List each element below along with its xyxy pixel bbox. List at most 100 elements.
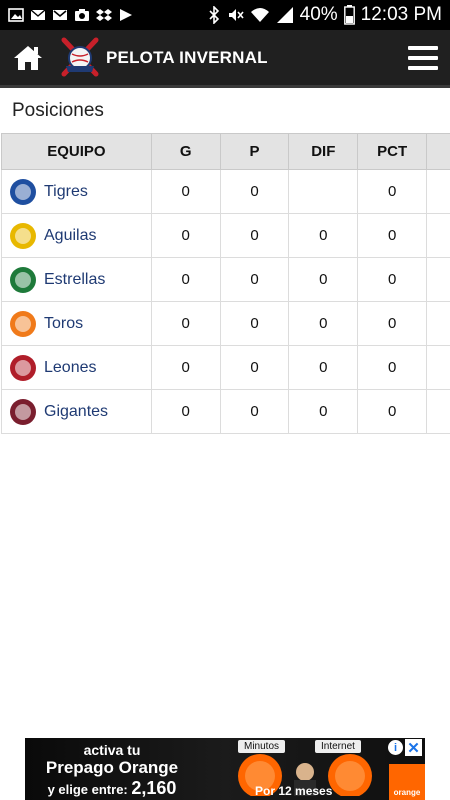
ad-brand-logo: orange <box>389 764 425 800</box>
table-row[interactable]: Toros 0 0 0 0 <box>1 301 450 346</box>
cell-extra <box>426 213 450 258</box>
team-logo-icon <box>10 310 36 337</box>
cell-p: 0 <box>220 345 290 390</box>
table-row[interactable]: Estrellas 0 0 0 0 <box>1 257 450 302</box>
play-store-icon <box>120 9 132 21</box>
home-icon <box>14 45 42 70</box>
app-logo <box>61 37 99 76</box>
cell-pct: 0 <box>357 257 428 302</box>
team-cell[interactable]: Aguilas <box>1 213 152 258</box>
cell-g: 0 <box>151 345 221 390</box>
team-wrap: Toros <box>10 310 151 337</box>
table-row[interactable]: Tigres 0 0 0 <box>1 169 450 214</box>
col-header-extra <box>426 133 450 170</box>
cell-dif: 0 <box>288 345 359 390</box>
ad-banner[interactable]: activa tu Prepago Orange y elige entre: … <box>25 738 425 800</box>
ad-footer: Por 12 meses <box>255 784 333 798</box>
team-name[interactable]: Toros <box>44 315 83 333</box>
table-row[interactable]: Gigantes 0 0 0 0 <box>1 389 450 434</box>
ad-info-icon[interactable]: i <box>388 740 403 755</box>
system-status: 40% 12:03 PM <box>208 4 442 26</box>
standings-body: Tigres 0 0 0 Aguilas 0 0 0 0 Estrellas 0 0 0 0 Toros 0 0… <box>1 169 450 434</box>
cell-g: 0 <box>151 213 221 258</box>
cell-p: 0 <box>220 169 290 214</box>
mute-icon <box>228 9 244 21</box>
team-cell[interactable]: Leones <box>1 345 152 390</box>
cell-dif <box>288 169 359 214</box>
cell-g: 0 <box>151 301 221 346</box>
home-button[interactable] <box>8 38 48 78</box>
team-cell[interactable]: Tigres <box>1 169 152 214</box>
ad-tag-minutes: Minutos <box>238 740 286 753</box>
team-wrap: Leones <box>10 354 151 381</box>
clock: 12:03 PM <box>360 4 442 25</box>
menu-button[interactable] <box>408 45 438 70</box>
standings-table: EQUIPO G P DIF PCT Tigres 0 0 0 Aguilas 0 0 0 0 E… <box>1 133 450 434</box>
cell-pct: 0 <box>357 301 428 346</box>
team-cell[interactable]: Gigantes <box>1 389 152 434</box>
col-header-pct: PCT <box>357 133 428 170</box>
cell-g: 0 <box>151 257 221 302</box>
status-bar: 40% 12:03 PM <box>0 0 450 30</box>
signal-icon <box>276 7 293 23</box>
team-name[interactable]: Gigantes <box>44 403 108 421</box>
cell-p: 0 <box>220 389 290 434</box>
team-wrap: Estrellas <box>10 266 151 293</box>
ad-line3-prefix: y elige entre: <box>47 782 128 797</box>
table-row[interactable]: Leones 0 0 0 0 <box>1 345 450 390</box>
team-cell[interactable]: Estrellas <box>1 257 152 302</box>
ad-line3-value: 2,160 <box>131 778 177 798</box>
col-header-p: P <box>219 133 290 170</box>
team-name[interactable]: Aguilas <box>44 227 96 245</box>
ad-copy: activa tu Prepago Orange y elige entre: … <box>37 742 187 799</box>
team-logo-icon <box>10 222 36 249</box>
menu-bar-bottom <box>408 65 438 70</box>
team-logo-icon <box>10 266 36 293</box>
photo-icon <box>8 8 24 22</box>
col-header-team: EQUIPO <box>1 133 152 170</box>
team-wrap: Aguilas <box>10 222 151 249</box>
cell-extra <box>426 389 450 434</box>
menu-bar-middle <box>408 55 438 60</box>
ad-line1: activa tu <box>83 742 141 758</box>
cell-p: 0 <box>220 301 290 346</box>
cell-extra <box>426 169 450 214</box>
team-logo-icon <box>10 398 36 425</box>
cell-extra <box>426 301 450 346</box>
dropbox-icon <box>96 9 112 21</box>
notification-icons <box>8 8 134 22</box>
hamburger-menu-icon <box>408 45 438 50</box>
ad-close-icon[interactable]: ✕ <box>405 739 422 757</box>
page-title: Posiciones <box>12 100 104 121</box>
cell-pct: 0 <box>357 345 428 390</box>
cell-pct: 0 <box>357 169 428 214</box>
col-header-dif: DIF <box>288 133 359 170</box>
cell-dif: 0 <box>288 301 359 346</box>
battery-icon <box>343 5 355 25</box>
ad-line2: Prepago Orange <box>45 758 179 777</box>
cell-g: 0 <box>151 169 221 214</box>
ad-line3: y elige entre: 2,160 <box>37 778 187 799</box>
team-name[interactable]: Estrellas <box>44 271 105 289</box>
table-row[interactable]: Aguilas 0 0 0 0 <box>1 213 450 258</box>
camera-icon <box>75 9 89 21</box>
ad-tag-internet: Internet <box>315 740 361 753</box>
cell-dif: 0 <box>288 257 359 302</box>
cell-pct: 0 <box>357 213 428 258</box>
cell-pct: 0 <box>357 389 428 434</box>
gmail-icon <box>53 10 67 20</box>
cell-dif: 0 <box>288 213 359 258</box>
team-cell[interactable]: Toros <box>1 301 152 346</box>
cell-extra <box>426 345 450 390</box>
team-logo-icon <box>10 354 36 381</box>
team-wrap: Gigantes <box>10 398 151 425</box>
team-name[interactable]: Tigres <box>44 183 88 201</box>
app-bar: PELOTA INVERNAL <box>0 30 450 88</box>
col-header-g: G <box>150 133 221 170</box>
cell-p: 0 <box>220 213 290 258</box>
team-name[interactable]: Leones <box>44 359 97 377</box>
mail-icon <box>30 9 46 20</box>
cell-dif: 0 <box>288 389 359 434</box>
team-logo-icon <box>10 178 36 205</box>
cell-extra <box>426 257 450 302</box>
